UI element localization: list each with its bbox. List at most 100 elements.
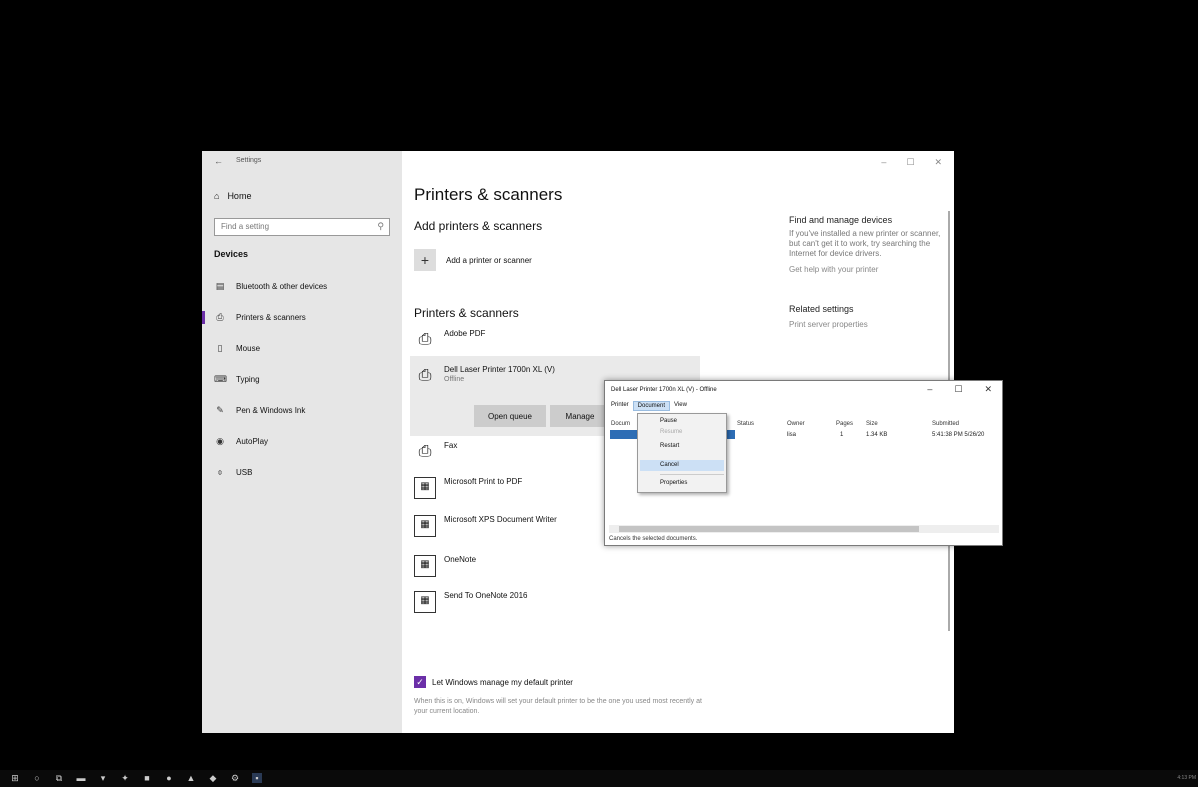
print-server-link[interactable]: Print server properties (789, 320, 949, 329)
active-app-icon[interactable]: ▪ (252, 773, 262, 783)
column-size[interactable]: Size (866, 421, 878, 427)
search-placeholder: Find a setting (221, 222, 270, 231)
task-view-icon[interactable]: ⧉ (54, 773, 64, 783)
printer-item-dell[interactable]: ⎙ Dell Laser Printer 1700n XL (V) Offlin… (414, 365, 555, 387)
column-pages[interactable]: Pages (836, 421, 853, 427)
printer-item-onenote-2016[interactable]: ▦ Send To OneNote 2016 (414, 591, 527, 613)
menu-item-properties[interactable]: Properties (660, 480, 687, 486)
sidebar-item-label: Typing (236, 375, 260, 384)
menu-item-restart[interactable]: Restart (660, 443, 679, 449)
sidebar-item-label: Bluetooth & other devices (236, 282, 328, 291)
menu-separator (660, 474, 724, 475)
job-submitted: 5:41:38 PM 5/26/20 (932, 432, 985, 438)
app-icon[interactable]: ■ (142, 773, 152, 783)
home-icon: ⌂ (214, 191, 220, 201)
document-menu: Pause Resume Restart Cancel Properties (637, 413, 727, 493)
column-submitted[interactable]: Submitted (932, 421, 959, 427)
start-icon[interactable]: ⊞ (10, 773, 20, 783)
column-owner[interactable]: Owner (787, 421, 805, 427)
add-printer-button[interactable]: + Add a printer or scanner (414, 249, 532, 271)
close-icon[interactable]: ✕ (934, 157, 942, 168)
printer-item-fax[interactable]: ⎙ Fax (414, 441, 458, 463)
app-icon[interactable]: ✦ (120, 773, 130, 783)
job-pages: 1 (840, 432, 844, 438)
section-title: Devices (214, 249, 249, 259)
home-link[interactable]: ⌂ Home (214, 191, 251, 201)
horizontal-scrollbar[interactable] (609, 525, 999, 533)
explorer-icon[interactable]: ▬ (76, 773, 86, 783)
sidebar-item-bluetooth[interactable]: ▤ Bluetooth & other devices (202, 271, 402, 302)
column-document[interactable]: Docum (611, 421, 630, 427)
dialog-status-bar: Cancels the selected documents. (609, 536, 698, 542)
help-link[interactable]: Get help with your printer (789, 265, 949, 274)
column-status[interactable]: Status (737, 421, 754, 427)
printer-item-ms-pdf[interactable]: ▦ Microsoft Print to PDF (414, 477, 522, 499)
bluetooth-devices-icon: ▤ (215, 281, 225, 291)
printer-icon: ⎙ (418, 331, 432, 348)
menu-highlight (640, 460, 724, 471)
related-settings-title: Related settings (789, 304, 854, 314)
find-devices-text: If you've installed a new printer or sca… (789, 229, 941, 258)
scroll-thumb[interactable] (619, 526, 919, 532)
job-size: 1.34 KB (866, 432, 888, 438)
sidebar-item-autoplay[interactable]: ◉ AutoPlay (202, 426, 402, 457)
printer-icon: ⎙ (418, 443, 432, 460)
sidebar: ← Settings ⌂ Home Find a setting ⚲ Devic… (202, 151, 402, 733)
menu-item-resume[interactable]: Resume (660, 429, 682, 435)
plus-icon: + (414, 249, 436, 271)
minimize-icon[interactable]: – (881, 157, 886, 168)
keyboard-icon: ⌨ (214, 374, 227, 384)
sidebar-item-usb[interactable]: ⌽ USB (202, 457, 402, 488)
add-printer-label: Add a printer or scanner (446, 255, 532, 265)
clock[interactable]: 4:13 PM (1177, 775, 1196, 781)
menu-item-cancel[interactable]: Cancel (660, 462, 679, 468)
add-heading: Add printers & scanners (414, 219, 543, 233)
settings-gear-icon[interactable]: ⚙ (230, 773, 240, 783)
home-label: Home (227, 191, 252, 201)
sidebar-item-pen[interactable]: ✎ Pen & Windows Ink (202, 395, 402, 426)
menu-view[interactable]: View (670, 401, 691, 411)
menu-item-pause[interactable]: Pause (660, 418, 677, 424)
cortana-icon[interactable]: ○ (32, 773, 42, 783)
printer-name: Send To OneNote 2016 (444, 591, 528, 600)
open-queue-button[interactable]: Open queue (474, 405, 546, 427)
sidebar-item-mouse[interactable]: ▯ Mouse (202, 333, 402, 364)
sidebar-item-label: AutoPlay (236, 437, 269, 446)
minimize-icon[interactable]: – (927, 384, 932, 395)
printer-item-adobe[interactable]: ⎙ Adobe PDF (414, 329, 486, 351)
app-icon[interactable]: ◆ (208, 773, 218, 783)
document-printer-icon: ▦ (414, 515, 436, 537)
default-printer-checkbox[interactable]: ✓ Let Windows manage my default printer (414, 676, 573, 688)
maximize-icon[interactable]: ☐ (954, 384, 962, 395)
sidebar-item-typing[interactable]: ⌨ Typing (202, 364, 402, 395)
app-icon[interactable]: ▲ (186, 773, 196, 783)
dialog-title: Dell Laser Printer 1700n XL (V) - Offlin… (611, 387, 717, 393)
menu-printer[interactable]: Printer (607, 401, 633, 411)
sidebar-item-printers[interactable]: ⎙ Printers & scanners (202, 302, 402, 333)
app-icon[interactable]: ▾ (98, 773, 108, 783)
printer-name: Microsoft Print to PDF (444, 477, 523, 486)
checkbox-description: When this is on, Windows will set your d… (414, 698, 702, 715)
menu-document[interactable]: Document (632, 401, 671, 411)
dialog-menubar: Printer Document View (607, 401, 691, 411)
printer-item-xps[interactable]: ▦ Microsoft XPS Document Writer (414, 515, 557, 537)
app-icon[interactable]: ● (164, 773, 174, 783)
document-printer-icon: ▦ (414, 591, 436, 613)
job-owner: lisa (787, 432, 797, 438)
maximize-icon[interactable]: ☐ (906, 157, 914, 168)
checkmark-icon: ✓ (414, 676, 426, 688)
printer-icon: ⎙ (216, 312, 224, 322)
printer-name: Fax (444, 441, 458, 450)
sidebar-nav: ▤ Bluetooth & other devices ⎙ Printers &… (202, 271, 402, 488)
search-input[interactable]: Find a setting ⚲ (214, 218, 390, 236)
manage-button[interactable]: Manage (550, 405, 610, 427)
page-title: Printers & scanners (414, 185, 563, 204)
sidebar-item-label: Printers & scanners (236, 313, 306, 322)
printer-item-onenote[interactable]: ▦ OneNote (414, 555, 476, 577)
taskbar: ⊞ ○ ⧉ ▬ ▾ ✦ ■ ● ▲ ◆ ⚙ ▪ 4:13 PM (0, 770, 1198, 787)
printer-name: Adobe PDF (444, 329, 486, 338)
close-icon[interactable]: ✕ (984, 384, 992, 395)
autoplay-icon: ◉ (216, 436, 224, 446)
back-arrow-icon[interactable]: ← (214, 156, 223, 166)
search-icon[interactable]: ⚲ (377, 221, 384, 232)
